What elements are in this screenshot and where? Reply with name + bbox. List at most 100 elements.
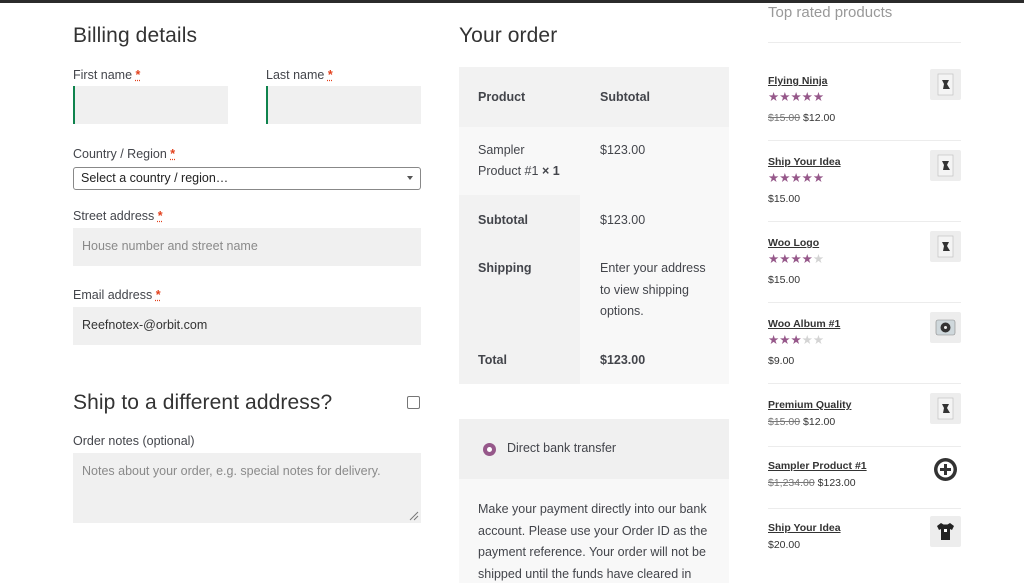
order-totals: Subtotal $123.00 Shipping Enter your add… [459,195,729,384]
star-filled-icon: ★ [790,90,802,104]
ship-different-checkbox[interactable] [407,396,420,409]
star-empty-icon: ★ [812,252,825,266]
product-item: Flying Ninja ★★★★★ $15.00 $12.00 [768,69,961,137]
current-price: $15.00 [768,274,801,286]
order-table-header: Product Subtotal [459,67,729,127]
product-link[interactable]: Flying Ninja [768,75,828,87]
order-notes-placeholder: Notes about your order, e.g. special not… [82,464,381,478]
order-title: Your order [459,24,558,47]
star-filled-icon: ★ [768,333,780,347]
product-price: $15.00 [768,193,800,205]
star-rating: ★★★★★ [768,332,824,347]
email-value: Reefnotex-@orbit.com [82,318,208,332]
star-filled-icon: ★ [779,171,791,185]
country-field: Country / Region * Select a country / re… [73,147,421,190]
first-name-label: First name * [73,68,141,82]
order-notes-textarea[interactable]: Notes about your order, e.g. special not… [73,453,421,523]
product-item: Ship Your Idea ★★★★★ $15.00 [768,150,961,218]
star-filled-icon: ★ [768,90,780,104]
street-input[interactable]: House number and street name [73,228,421,266]
country-label: Country / Region * [73,147,176,161]
old-price: $15.00 [768,112,801,124]
poster-icon[interactable] [930,150,961,181]
product-item: Sampler Product #1 $1,234.00 $123.00 [768,458,961,522]
required-mark: * [155,288,161,302]
star-empty-icon: ★ [801,333,813,347]
current-price: $9.00 [768,355,795,367]
street-field: Street address * House number and street… [73,209,421,266]
product-price: $15.00 $12.00 [768,416,835,428]
star-filled-icon: ★ [779,252,791,266]
first-name-field: First name * [73,68,228,124]
product-link[interactable]: Woo Logo [768,237,819,249]
product-link[interactable]: Ship Your Idea [768,522,841,534]
order-notes-label: Order notes (optional) [73,434,195,448]
product-price: $20.00 [768,539,800,551]
star-rating: ★★★★★ [768,170,824,185]
widget-title: Top rated products [768,4,893,21]
star-filled-icon: ★ [779,333,791,347]
total-value: $123.00 [600,353,646,367]
payment-method-bacs[interactable]: Direct bank transfer [459,419,729,479]
product-link[interactable]: Woo Album #1 [768,318,840,330]
star-rating: ★★★★★ [768,251,824,266]
first-name-input[interactable] [73,86,228,124]
star-filled-icon: ★ [812,90,825,104]
poster-icon[interactable] [930,231,961,262]
star-filled-icon: ★ [790,333,802,347]
resize-handle-icon[interactable] [409,511,419,521]
product-link[interactable]: Ship Your Idea [768,156,841,168]
order-item-total: $123.00 [600,143,646,157]
star-filled-icon: ★ [801,252,813,266]
star-filled-icon: ★ [812,171,825,185]
col-product-header: Product [478,90,526,104]
required-mark: * [157,209,163,223]
old-price: $15.00 [768,416,801,428]
total-label: Total [478,353,507,367]
divider [768,383,961,384]
divider [768,446,961,447]
star-filled-icon: ★ [801,171,813,185]
product-price: $1,234.00 $123.00 [768,477,856,489]
poster-icon[interactable] [930,393,961,424]
product-item: Ship Your Idea $20.00 [768,516,961,583]
star-empty-icon: ★ [812,333,825,347]
payment-radio[interactable] [483,443,496,456]
star-filled-icon: ★ [779,90,791,104]
current-price: $20.00 [768,539,801,551]
email-input[interactable]: Reefnotex-@orbit.com [73,307,421,345]
tshirt-icon[interactable] [930,516,961,547]
email-label: Email address * [73,288,161,302]
star-filled-icon: ★ [768,252,780,266]
last-name-input[interactable] [266,86,421,124]
star-filled-icon: ★ [790,171,802,185]
star-rating: ★★★★★ [768,89,824,104]
divider [768,221,961,222]
subtotal-label: Subtotal [478,213,528,227]
star-filled-icon: ★ [790,252,802,266]
payment-method-label[interactable]: Direct bank transfer [507,441,616,455]
payment-description: Make your payment directly into our bank… [478,502,708,581]
product-item: Woo Logo ★★★★★ $15.00 [768,231,961,299]
col-subtotal-header: Subtotal [600,90,650,104]
album-icon[interactable] [930,312,961,343]
product-link[interactable]: Sampler Product #1 [768,460,867,472]
poster-icon[interactable] [930,69,961,100]
ship-different-title: Ship to a different address? [73,391,333,414]
country-select[interactable]: Select a country / region… [73,167,421,190]
plus-circle-icon[interactable] [930,454,961,485]
product-item: Premium Quality $15.00 $12.00 [768,393,961,461]
product-item: Woo Album #1 ★★★★★ $9.00 [768,312,961,380]
top-bar [0,0,1024,3]
product-price: $9.00 [768,355,794,367]
last-name-label: Last name * [266,68,333,82]
required-mark: * [170,147,176,161]
product-link[interactable]: Premium Quality [768,399,851,411]
product-price: $15.00 $12.00 [768,112,835,124]
divider [768,140,961,141]
star-filled-icon: ★ [801,90,813,104]
billing-title: Billing details [73,24,198,47]
required-mark: * [135,68,141,82]
current-price: $123.00 [817,477,856,489]
divider [768,42,961,43]
